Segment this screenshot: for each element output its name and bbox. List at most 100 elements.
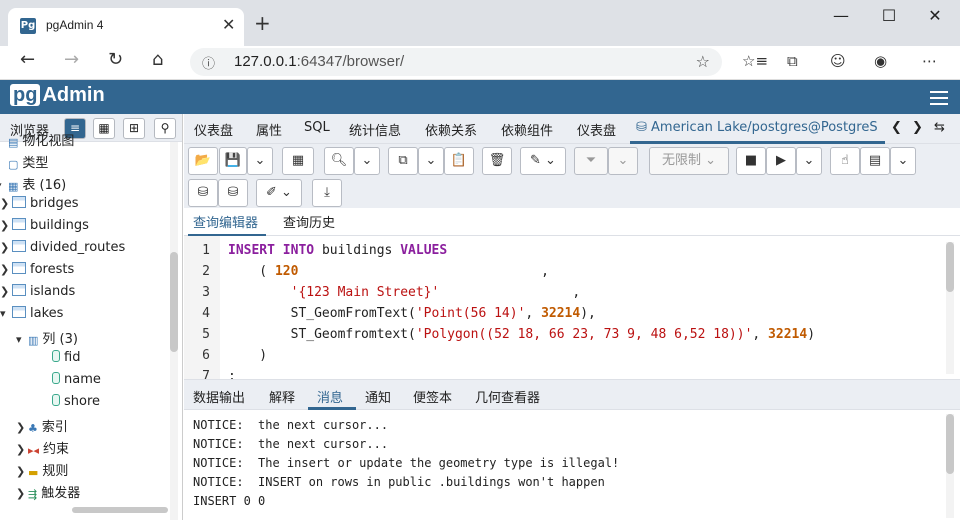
tree-horizontal-scrollbar[interactable] [72, 507, 168, 513]
tab-statistics[interactable]: 统计信息 [349, 120, 401, 139]
tab-messages[interactable]: 消息 [317, 387, 343, 406]
tab-dashboard-2[interactable]: 仪表盘 [577, 120, 616, 139]
tab-geometry-viewer[interactable]: 几何查看器 [475, 387, 540, 406]
download-icon[interactable]: ⤓ [312, 179, 342, 207]
sql-editor[interactable]: 1 2 3 4 5 6 7 INSERT INTO buildings VALU… [184, 236, 960, 379]
tab-query-history[interactable]: 查询历史 [283, 212, 335, 231]
copy-icon[interactable]: ⧉ [388, 147, 418, 175]
tree-item-label: forests [30, 262, 75, 277]
tree-item-islands[interactable]: ❯ islands [0, 284, 75, 306]
tree-item-buildings[interactable]: ❯ buildings [0, 218, 89, 240]
edit-data-icon[interactable]: ▦ [282, 147, 314, 175]
chevron-right-icon[interactable]: ❯ [0, 241, 12, 254]
chevron-right-icon[interactable]: ❯ [16, 465, 28, 478]
chevron-down-icon[interactable]: ▾ [0, 307, 12, 320]
tab-data-output[interactable]: 数据输出 [193, 387, 245, 406]
tab-dependents[interactable]: 依赖组件 [501, 120, 553, 139]
tree-item-indexes[interactable]: ❯ ♣ 索引 [16, 416, 68, 438]
find-dropdown-icon[interactable]: ⌄ [354, 147, 380, 175]
tree-item-mat-views[interactable]: ▤ 物化视图 [0, 130, 74, 152]
tab-query-tool[interactable]: ⛁ American Lake/postgres@PostgreS [636, 120, 878, 135]
tab-dashboard[interactable]: 仪表盘 [194, 120, 233, 139]
tree-item-forests[interactable]: ❯ forests [0, 262, 74, 284]
chevron-right-icon[interactable]: ❯ [0, 263, 12, 276]
tab-scroll-right-icon[interactable]: ❯ [912, 120, 923, 135]
minimize-icon[interactable]: — [826, 6, 856, 25]
window-close-icon[interactable]: ✕ [920, 6, 950, 25]
paste-icon[interactable]: 📋 [444, 147, 474, 175]
editor-scrollbar[interactable] [946, 242, 954, 374]
search-object-icon[interactable]: ⚲ [154, 118, 176, 139]
tab-explain[interactable]: 解释 [269, 387, 295, 406]
back-icon[interactable]: ← [20, 49, 35, 70]
clear-dropdown-icon[interactable]: ✐ ⌄ [256, 179, 302, 207]
explain-icon[interactable]: ☝ [830, 147, 860, 175]
favorites-icon[interactable]: ☆≡ [742, 52, 768, 70]
favorite-star-icon[interactable]: ☆ [696, 52, 710, 71]
chevron-down-icon[interactable]: ▾ [0, 179, 8, 192]
tree-item-tables[interactable]: ▾▦表 (16) [0, 174, 66, 196]
forward-icon[interactable]: → [64, 49, 79, 70]
chevron-right-icon[interactable]: ❯ [0, 219, 12, 232]
more-menu-icon[interactable]: ⋯ [922, 52, 937, 70]
hamburger-menu-icon[interactable] [930, 87, 948, 109]
open-file-icon[interactable]: 📂 [188, 147, 218, 175]
collections-icon[interactable]: ⧉ [787, 52, 798, 70]
tree-item-rules[interactable]: ❯ ▬ 规则 [16, 460, 68, 482]
limit-select[interactable]: 无限制 ⌄ [649, 147, 729, 175]
tree-item-col-shore[interactable]: shore [40, 394, 100, 416]
save-dropdown-icon[interactable]: ⌄ [247, 147, 273, 175]
tree-item-col-fid[interactable]: fid [40, 350, 80, 372]
profile-avatar-icon[interactable]: ◉ [874, 52, 887, 70]
tab-overflow-icon[interactable]: ⇆ [934, 120, 945, 135]
tree-item-col-name[interactable]: name [40, 372, 101, 394]
filter-dropdown-icon[interactable]: ⌄ [608, 147, 638, 175]
tree-item-bridges[interactable]: ❯ bridges [0, 196, 78, 218]
tab-sql[interactable]: SQL [304, 120, 330, 135]
maximize-icon[interactable]: ☐ [874, 6, 904, 25]
stop-icon[interactable]: ■ [736, 147, 766, 175]
tree-item-columns[interactable]: ▾ ▥ 列 (3) [16, 328, 78, 350]
filter-icon[interactable]: ⏷ [574, 147, 608, 175]
chevron-right-icon[interactable]: ❯ [16, 421, 28, 434]
explain-analyze-icon[interactable]: ▤ [860, 147, 890, 175]
tree-item-types[interactable]: ▢ 类型 [0, 152, 48, 174]
find-icon[interactable]: 🔍︎ [324, 147, 354, 175]
copy-dropdown-icon[interactable]: ⌄ [418, 147, 444, 175]
edit-dropdown-icon[interactable]: ✎ ⌄ [520, 147, 566, 175]
table-view-icon[interactable]: ▦ [93, 118, 115, 139]
tree-item-constraints[interactable]: ❯ ▸◂ 约束 [16, 438, 69, 460]
site-info-icon[interactable]: ⓘ [202, 53, 215, 72]
tab-query-editor[interactable]: 查询编辑器 [193, 212, 258, 231]
new-tab-icon[interactable]: + [254, 11, 271, 35]
commit-icon[interactable]: ⛁ [188, 179, 218, 207]
tree-item-divided-routes[interactable]: ❯ divided_routes [0, 240, 125, 262]
chevron-down-icon[interactable]: ▾ [16, 333, 28, 346]
execute-dropdown-icon[interactable]: ⌄ [796, 147, 822, 175]
tab-close-icon[interactable]: ✕ [222, 15, 235, 34]
execute-icon[interactable]: ▶ [766, 147, 796, 175]
chevron-right-icon[interactable]: ❯ [16, 443, 28, 456]
tab-properties[interactable]: 属性 [256, 120, 282, 139]
tab-dependencies[interactable]: 依赖关系 [425, 120, 477, 139]
rollback-icon[interactable]: ⛁ [218, 179, 248, 207]
url-input[interactable]: ⓘ 127.0.0.1:64347/browser/ ☆ [190, 48, 722, 76]
delete-icon[interactable]: 🗑 [482, 147, 512, 175]
tab-scroll-left-icon[interactable]: ❮ [891, 120, 902, 135]
tree-item-lakes[interactable]: ▾ lakes [0, 306, 63, 328]
refresh-icon[interactable]: ↻ [108, 49, 123, 70]
tab-notifications[interactable]: 通知 [365, 387, 391, 406]
chevron-right-icon[interactable]: ❯ [0, 197, 12, 210]
feedback-icon[interactable]: ☺ [830, 52, 846, 70]
messages-scrollbar[interactable] [946, 414, 954, 518]
chevron-right-icon[interactable]: ❯ [16, 487, 28, 500]
tree-item-triggers[interactable]: ❯ ⇶ 触发器 [16, 482, 80, 504]
explain-dropdown-icon[interactable]: ⌄ [890, 147, 916, 175]
tree-vertical-scrollbar[interactable] [170, 142, 178, 520]
filter-rows-icon[interactable]: ⊞ [123, 118, 145, 139]
save-file-icon[interactable]: 💾 [219, 147, 247, 175]
chevron-right-icon[interactable]: ❯ [0, 285, 12, 298]
home-icon[interactable]: ⌂ [152, 49, 163, 70]
browser-tab[interactable]: Pg pgAdmin 4 ✕ [8, 8, 244, 46]
tab-scratch-pad[interactable]: 便签本 [413, 387, 452, 406]
